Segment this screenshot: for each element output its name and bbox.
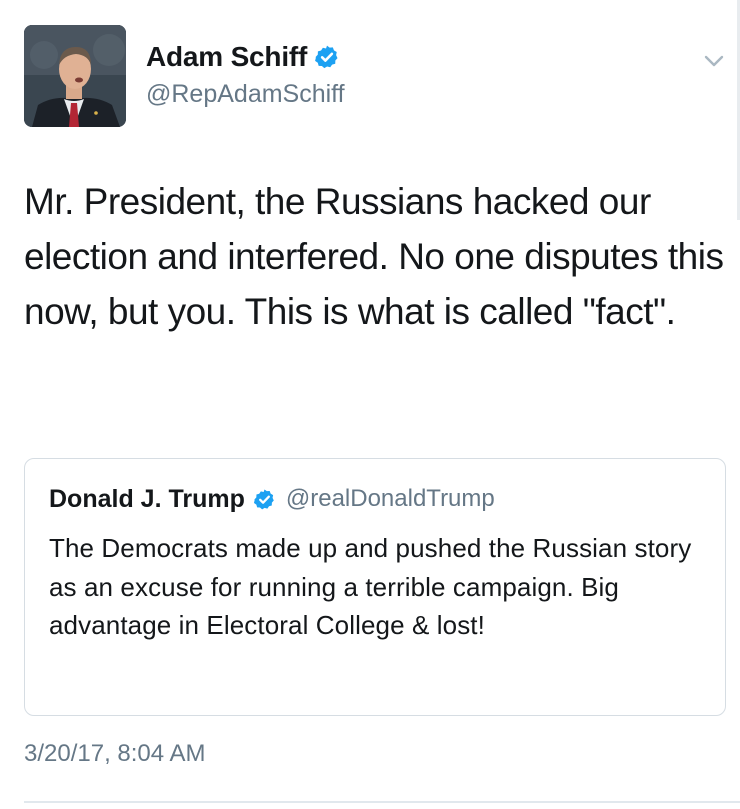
chevron-down-icon[interactable] [700, 50, 728, 72]
quoted-author-handle: @realDonaldTrump [285, 485, 495, 512]
tweet-card: Adam Schiff @RepAdamSchiff Mr. President… [0, 0, 740, 809]
avatar[interactable] [24, 25, 126, 127]
verified-badge-icon [314, 44, 340, 70]
author-name-row[interactable]: Adam Schiff [146, 40, 340, 74]
divider [24, 801, 740, 803]
quoted-author-name: Donald J. Trump [49, 484, 245, 513]
author-display-name[interactable]: Adam Schiff [146, 41, 307, 73]
quoted-tweet-header: Donald J. Trump @realDonaldTrump [49, 483, 495, 515]
quoted-tweet-text: The Democrats made up and pushed the Rus… [49, 533, 692, 640]
quoted-tweet-card[interactable]: Donald J. Trump @realDonaldTrump The Dem… [24, 458, 726, 716]
avatar-photo [24, 25, 126, 127]
tweet-text: Mr. President, the Russians hacked our e… [24, 181, 724, 332]
verified-badge-icon [253, 488, 276, 511]
tweet-timestamp[interactable]: 3/20/17, 8:04 AM [24, 740, 205, 768]
author-handle[interactable]: @RepAdamSchiff [146, 80, 345, 109]
